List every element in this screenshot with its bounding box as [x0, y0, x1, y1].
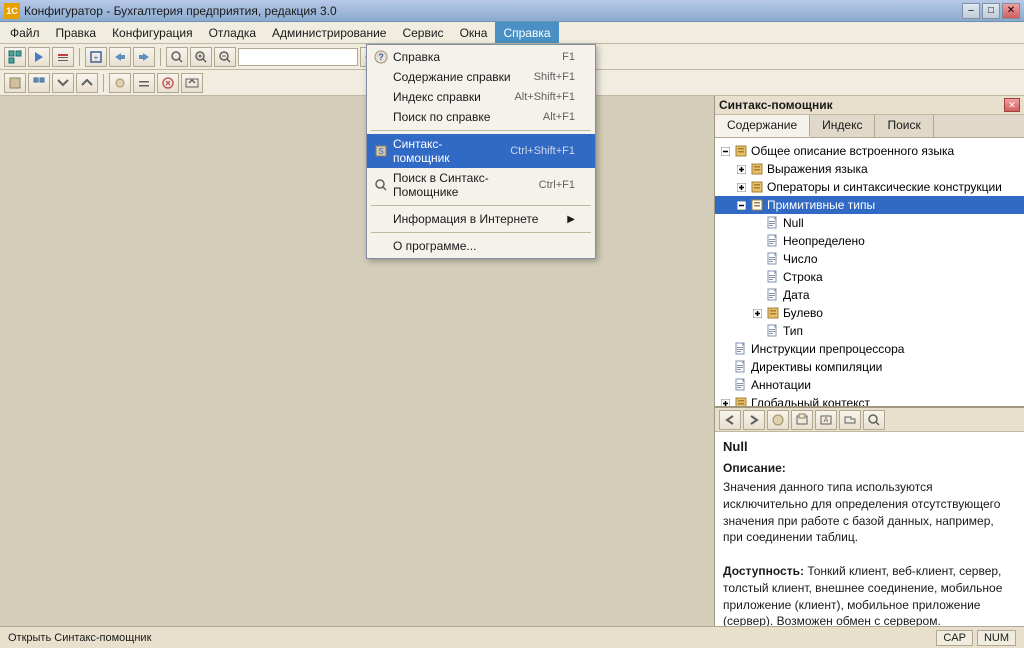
dropdown-menu: ? Справка F1 Содержание справки Shift+F1… [366, 44, 596, 259]
help-icon: ? [373, 49, 389, 65]
menu-item-index[interactable]: Индекс справки Alt+Shift+F1 [367, 87, 595, 107]
menu-item-help[interactable]: ? Справка F1 [367, 47, 595, 67]
menu-item-index-label: Индекс справки [393, 90, 481, 104]
menu-item-syntax-label: Синтакс-помощник [393, 137, 490, 165]
menu-item-internet-label: Информация в Интернете [393, 212, 538, 226]
menu-item-contents[interactable]: Содержание справки Shift+F1 [367, 67, 595, 87]
menu-item-search-syntax-label: Поиск в Синтакс-Помощнике [393, 171, 519, 199]
menu-sep-3 [371, 232, 591, 233]
menu-item-index-shortcut: Alt+Shift+F1 [514, 91, 575, 103]
svg-text:?: ? [378, 52, 384, 62]
menu-item-contents-shortcut: Shift+F1 [534, 71, 575, 83]
menu-sep-1 [371, 130, 591, 131]
menu-item-search-label: Поиск по справке [393, 110, 490, 124]
menu-item-help-label: Справка [393, 50, 440, 64]
menu-item-search-shortcut: Alt+F1 [543, 111, 575, 123]
menu-item-search-syntax[interactable]: Поиск в Синтакс-Помощнике Ctrl+F1 [367, 168, 595, 202]
menu-item-help-shortcut: F1 [562, 51, 575, 63]
menu-item-syntax-shortcut: Ctrl+Shift+F1 [510, 145, 575, 157]
dropdown-overlay[interactable]: ? Справка F1 Содержание справки Shift+F1… [0, 0, 1024, 648]
svg-text:S: S [378, 147, 383, 156]
menu-item-contents-label: Содержание справки [393, 70, 511, 84]
menu-item-internet[interactable]: Информация в Интернете ▶ [367, 209, 595, 229]
menu-item-about[interactable]: О программе... [367, 236, 595, 256]
search-syntax-icon [373, 177, 389, 193]
menu-item-search[interactable]: Поиск по справке Alt+F1 [367, 107, 595, 127]
arrow-icon: ▶ [567, 214, 575, 225]
menu-item-about-label: О программе... [393, 239, 476, 253]
menu-item-search-syntax-shortcut: Ctrl+F1 [539, 179, 575, 191]
menu-item-syntax[interactable]: S Синтакс-помощник Ctrl+Shift+F1 [367, 134, 595, 168]
menu-sep-2 [371, 205, 591, 206]
syntax-icon: S [373, 143, 389, 159]
